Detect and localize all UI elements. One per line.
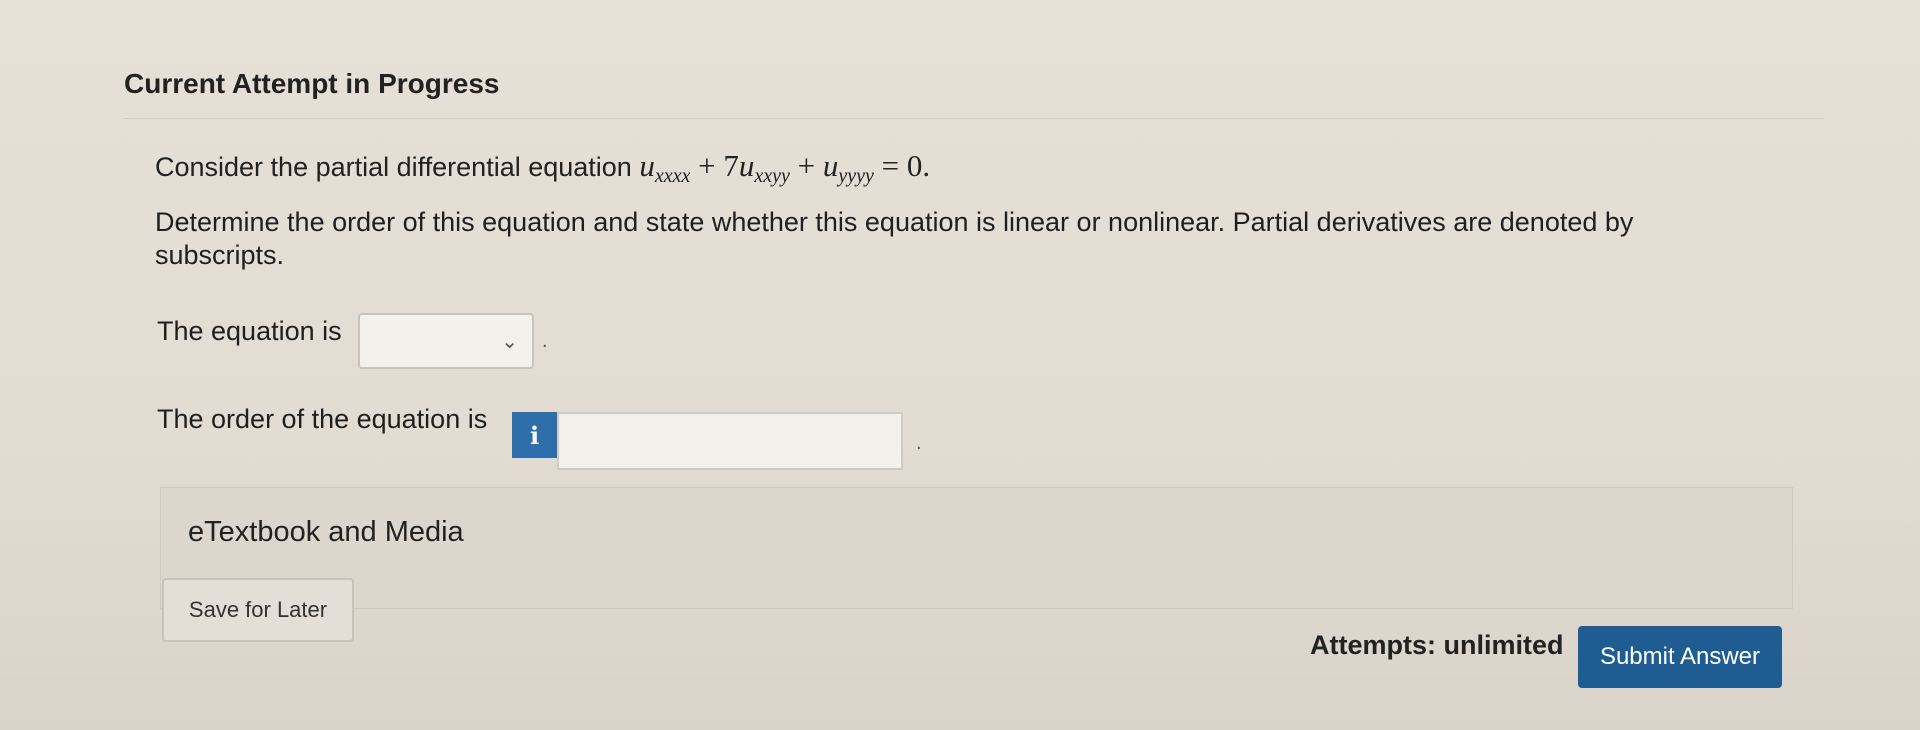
linearity-select[interactable]: ⌄ — [358, 313, 534, 369]
attempt-title: Current Attempt in Progress — [124, 68, 500, 99]
attempts-text: Attempts: unlimited — [1310, 630, 1564, 660]
eq-rhs: = 0. — [881, 148, 931, 183]
chevron-down-icon: ⌄ — [501, 331, 518, 353]
eq-term-subscript: xxxx — [654, 165, 691, 187]
linearity-label: The equation is — [157, 316, 342, 346]
info-icon[interactable]: i — [512, 412, 557, 458]
order-input[interactable] — [557, 412, 903, 470]
order-label: The order of the equation is — [157, 404, 488, 434]
submit-answer-button[interactable]: Submit Answer — [1578, 626, 1782, 688]
eq-coefficient: 7 — [723, 148, 739, 183]
eq-operator: + — [698, 148, 716, 183]
eq-term-base: u — [822, 148, 839, 183]
question-statement: Consider the partial differential equati… — [155, 148, 1815, 194]
period: . — [542, 330, 548, 352]
period: . — [916, 432, 922, 454]
media-label[interactable]: eTextbook and Media — [188, 516, 464, 549]
save-for-later-button[interactable]: Save for Later — [162, 578, 354, 642]
pde-equation: uxxxx + 7uxxyy + uyyyy = 0. — [639, 148, 931, 187]
divider — [124, 118, 1824, 119]
eq-term-base: u — [639, 148, 655, 183]
question-prompt: Determine the order of this equation and… — [155, 207, 1634, 270]
eq-term-subscript: xxyy — [754, 165, 790, 187]
eq-term-base: u — [738, 148, 755, 183]
question-intro: Consider the partial differential equati… — [155, 152, 632, 182]
eq-term-subscript: yyyy — [838, 165, 874, 187]
eq-operator: + — [797, 148, 816, 183]
